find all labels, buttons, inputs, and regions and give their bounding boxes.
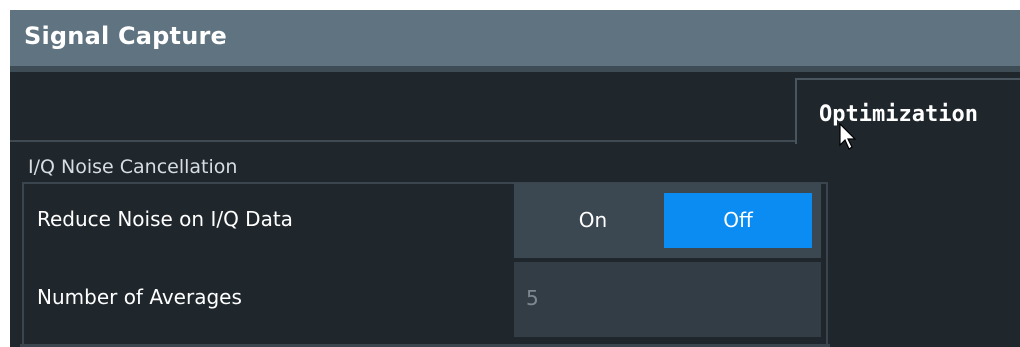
tab-optimization[interactable]: Optimization: [795, 78, 1020, 144]
dialog-title: Signal Capture: [24, 22, 228, 50]
signal-capture-dialog: Signal Capture Optimization I/Q Noise Ca…: [10, 10, 1020, 347]
mouse-pointer-icon: [839, 123, 857, 150]
toggle-off-button[interactable]: Off: [664, 193, 812, 248]
tab-bar-underline: [10, 140, 795, 142]
averages-label: Number of Averages: [37, 285, 242, 309]
averages-value: 5: [526, 286, 539, 310]
group-title: I/Q Noise Cancellation: [28, 156, 238, 178]
toggle-on-button[interactable]: On: [522, 193, 664, 248]
averages-input[interactable]: 5: [514, 262, 821, 337]
reduce-noise-toggle: On Off: [514, 183, 821, 258]
dialog-titlebar[interactable]: Signal Capture: [10, 10, 1020, 68]
reduce-noise-label: Reduce Noise on I/Q Data: [37, 207, 293, 231]
